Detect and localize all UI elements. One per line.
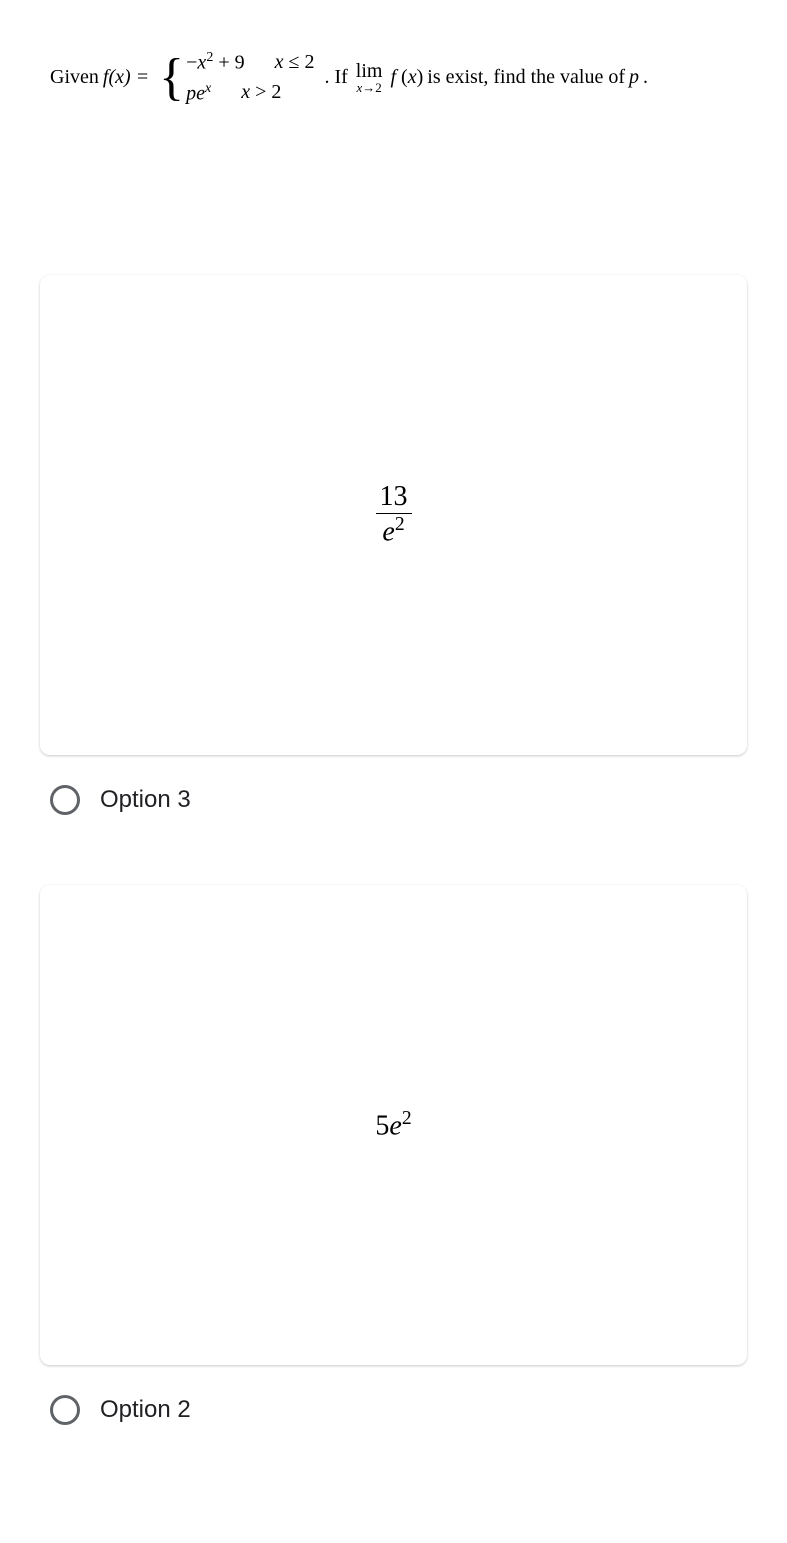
radio-icon[interactable]: [50, 785, 80, 815]
brace-icon: {: [159, 57, 184, 99]
question-text: Given f(x) = { −x2 + 9 x ≤ 2 pex x > 2 .…: [20, 20, 767, 135]
question-prefix: Given: [50, 66, 99, 89]
option3-label: Option 3: [100, 786, 191, 814]
option2-expr: 5e2: [375, 1108, 411, 1142]
piecewise-function: { −x2 + 9 x ≤ 2 pex x > 2: [159, 50, 314, 105]
option-card-3: 13 e2: [40, 275, 747, 755]
limit-op: lim: [356, 61, 383, 81]
question-end: .: [643, 66, 648, 89]
option2-label: Option 2: [100, 1396, 191, 1424]
piece2-cond: x > 2: [241, 81, 281, 104]
piece1-expr: −x2 + 9: [186, 50, 244, 75]
option3-radio-row[interactable]: Option 3: [20, 775, 767, 855]
variable-p: p: [629, 66, 639, 89]
option-card-2: 5e2: [40, 885, 747, 1365]
piece1-cond: x ≤ 2: [275, 51, 315, 74]
option3-numerator: 13: [376, 482, 412, 513]
limit-notation: lim x→2: [356, 61, 383, 94]
radio-icon[interactable]: [50, 1395, 80, 1425]
limit-fx: f (x): [390, 66, 423, 89]
mid-text: . If: [324, 66, 347, 89]
question-suffix: is exist, find the value of: [427, 66, 625, 89]
option3-denominator: e2: [378, 514, 408, 548]
limit-sub: x→2: [356, 81, 381, 94]
fx-label: f(x) =: [103, 66, 149, 89]
piece2-expr: pex: [186, 81, 211, 106]
option2-radio-row[interactable]: Option 2: [20, 1385, 767, 1465]
option3-fraction: 13 e2: [376, 482, 412, 548]
